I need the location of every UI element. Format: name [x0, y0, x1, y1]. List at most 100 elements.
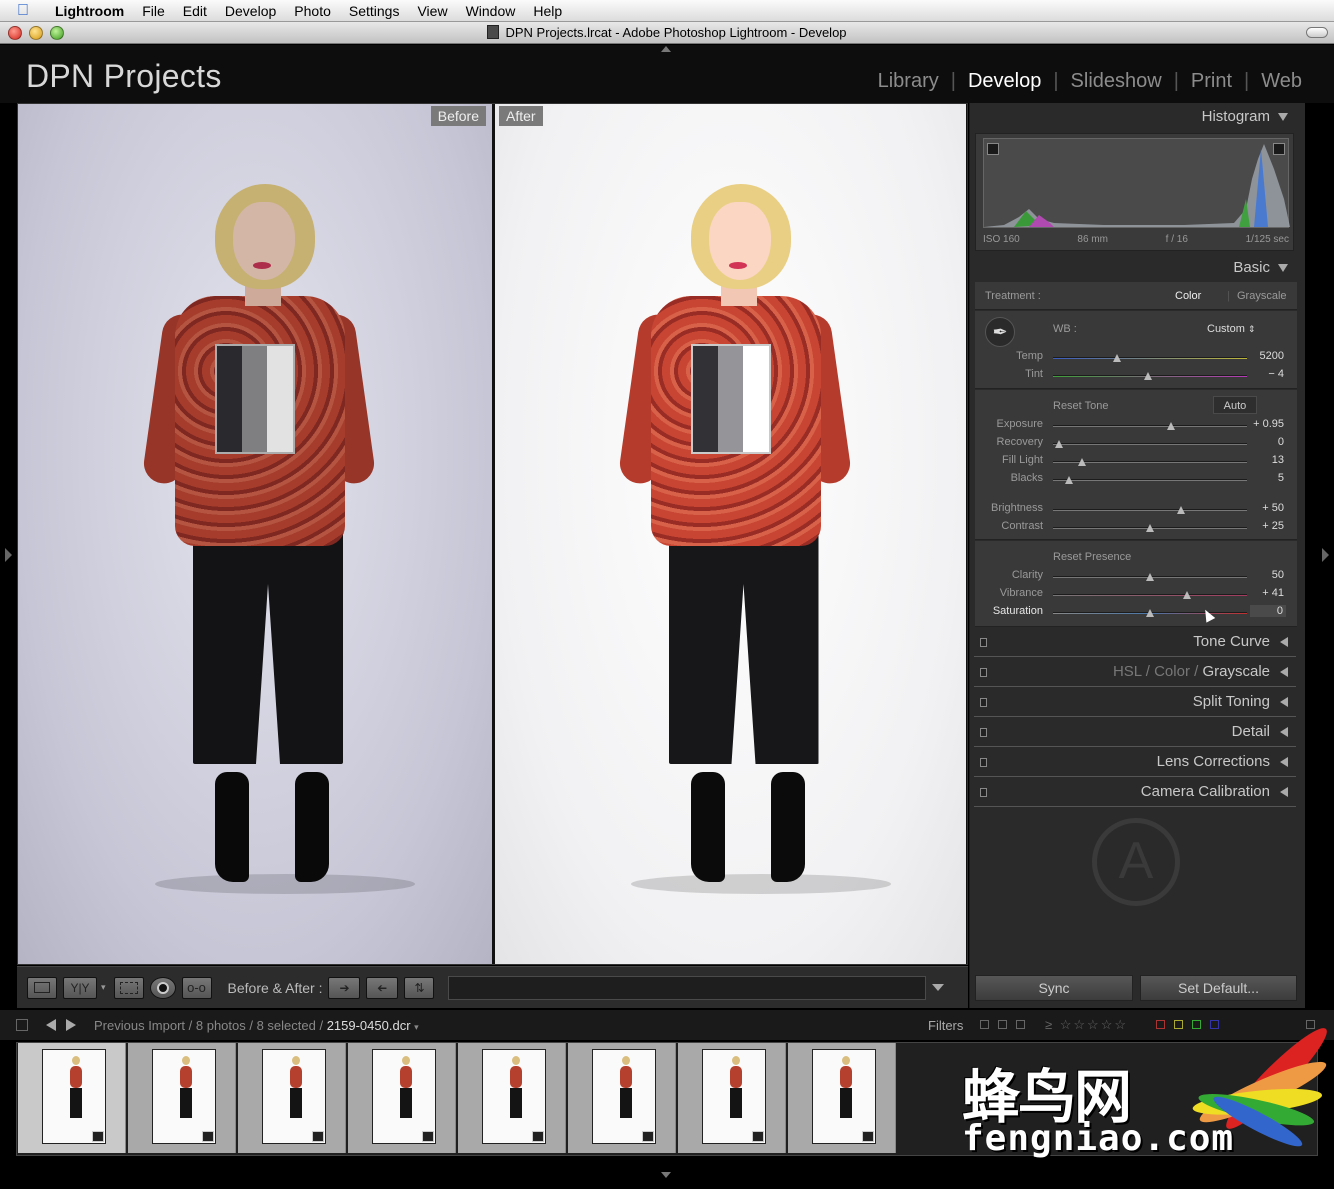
- view-mode-dropdown-icon[interactable]: ▾: [101, 982, 106, 993]
- filmstrip-thumbnail[interactable]: [678, 1043, 786, 1153]
- menu-help[interactable]: Help: [524, 0, 571, 22]
- temp-slider-thumb[interactable]: [1113, 354, 1122, 362]
- red-eye-tool-button[interactable]: [149, 976, 176, 999]
- menu-edit[interactable]: Edit: [174, 0, 216, 22]
- hsl-tab[interactable]: HSL: [1113, 663, 1142, 680]
- develop-adjusted-badge-icon[interactable]: [92, 1131, 104, 1142]
- minimize-window-button[interactable]: [29, 26, 43, 40]
- filmstrip-thumbnail[interactable]: [348, 1043, 456, 1153]
- before-after-view-button[interactable]: Y|Y: [63, 976, 97, 999]
- panel-toggle-switch[interactable]: [980, 638, 987, 647]
- loupe-view-button[interactable]: [27, 976, 57, 999]
- rating-filter[interactable]: ≥ ☆☆☆☆☆: [1045, 1017, 1128, 1033]
- treatment-color-option[interactable]: Color: [1175, 290, 1201, 302]
- swap-before-after-button[interactable]: ⇅: [404, 976, 435, 999]
- develop-adjusted-badge-icon[interactable]: [752, 1131, 764, 1142]
- detail-panel-header[interactable]: Detail: [974, 718, 1296, 746]
- tint-slider-thumb[interactable]: [1144, 372, 1153, 380]
- set-default-button[interactable]: Set Default...: [1140, 975, 1297, 1001]
- auto-tone-button[interactable]: Auto: [1213, 396, 1257, 414]
- develop-adjusted-badge-icon[interactable]: [312, 1131, 324, 1142]
- filmstrip-thumbnail[interactable]: [128, 1043, 236, 1153]
- vibrance-value[interactable]: + 41: [1248, 587, 1284, 599]
- temp-value[interactable]: 5200: [1248, 350, 1284, 362]
- temp-slider[interactable]: [1053, 357, 1247, 359]
- filmstrip-source-path[interactable]: Previous Import / 8 photos / 8 selected …: [94, 1018, 419, 1033]
- crop-tool-button[interactable]: [113, 976, 144, 999]
- hsl-panel-header[interactable]: HSL / Color / Grayscale: [974, 658, 1296, 686]
- close-window-button[interactable]: [8, 26, 22, 40]
- module-print[interactable]: Print: [1179, 70, 1244, 93]
- menu-view[interactable]: View: [408, 0, 456, 22]
- zoom-window-button[interactable]: [50, 26, 64, 40]
- split-toning-panel-header[interactable]: Split Toning: [974, 688, 1296, 716]
- histogram-panel-header[interactable]: Histogram: [974, 103, 1296, 131]
- clarity-slider-thumb[interactable]: [1146, 573, 1154, 581]
- reset-presence-button[interactable]: Reset Presence: [1053, 551, 1131, 563]
- saturation-slider-thumb[interactable]: [1146, 609, 1154, 617]
- menu-app-name[interactable]: Lightroom: [46, 0, 133, 22]
- bottom-panel-toggle-icon[interactable]: [661, 1172, 671, 1178]
- camera-calibration-panel-header[interactable]: Camera Calibration: [974, 778, 1296, 806]
- filllight-slider-thumb[interactable]: [1078, 458, 1087, 466]
- shadow-clipping-button[interactable]: [987, 143, 999, 155]
- contrast-value[interactable]: + 25: [1248, 520, 1284, 532]
- blacks-slider[interactable]: [1053, 479, 1247, 481]
- menu-file[interactable]: File: [133, 0, 174, 22]
- menu-settings[interactable]: Settings: [340, 0, 409, 22]
- copy-after-to-before-button[interactable]: ➔: [366, 976, 399, 999]
- develop-adjusted-badge-icon[interactable]: [862, 1131, 874, 1142]
- apple-icon[interactable]: : [0, 2, 46, 20]
- top-panel-toggle-icon[interactable]: [661, 46, 671, 52]
- blacks-value[interactable]: 5: [1248, 472, 1284, 484]
- left-panel-toggle-icon[interactable]: [5, 548, 12, 562]
- filmstrip-thumbnail[interactable]: [788, 1043, 896, 1153]
- brightness-slider-thumb[interactable]: [1177, 506, 1186, 514]
- basic-panel-header[interactable]: Basic: [974, 254, 1296, 282]
- grid-view-icon[interactable]: [16, 1019, 28, 1031]
- spot-removal-tool-button[interactable]: o-o: [181, 976, 212, 999]
- develop-adjusted-badge-icon[interactable]: [642, 1131, 654, 1142]
- treatment-grayscale-option[interactable]: Grayscale: [1237, 290, 1287, 302]
- panel-toggle-switch[interactable]: [980, 668, 987, 677]
- vibrance-slider[interactable]: [1053, 594, 1247, 596]
- module-library[interactable]: Library: [866, 70, 951, 93]
- clarity-value[interactable]: 50: [1248, 569, 1284, 581]
- wb-eyedropper-icon[interactable]: ✒: [985, 317, 1015, 347]
- filmstrip-thumbnail[interactable]: [458, 1043, 566, 1153]
- module-web[interactable]: Web: [1249, 70, 1314, 93]
- recovery-value[interactable]: 0: [1248, 436, 1284, 448]
- lens-corrections-panel-header[interactable]: Lens Corrections: [974, 748, 1296, 776]
- develop-adjusted-badge-icon[interactable]: [202, 1131, 214, 1142]
- color-tab[interactable]: Color: [1154, 663, 1190, 680]
- brightness-value[interactable]: + 50: [1248, 502, 1284, 514]
- brightness-slider[interactable]: [1053, 509, 1247, 511]
- blue-label-filter-icon[interactable]: [1210, 1020, 1219, 1029]
- highlight-clipping-button[interactable]: [1273, 143, 1285, 155]
- blacks-slider-thumb[interactable]: [1064, 476, 1073, 484]
- green-label-filter-icon[interactable]: [1192, 1020, 1201, 1029]
- red-label-filter-icon[interactable]: [1156, 1020, 1165, 1029]
- yellow-label-filter-icon[interactable]: [1174, 1020, 1183, 1029]
- panel-toggle-switch[interactable]: [980, 728, 987, 737]
- filmstrip-thumbnail[interactable]: [568, 1043, 676, 1153]
- sync-button[interactable]: Sync: [975, 975, 1133, 1001]
- before-photo[interactable]: Before: [18, 104, 492, 964]
- develop-adjusted-badge-icon[interactable]: [422, 1131, 434, 1142]
- filllight-value[interactable]: 13: [1248, 454, 1284, 466]
- vibrance-slider-thumb[interactable]: [1182, 591, 1191, 599]
- menu-window[interactable]: Window: [457, 0, 525, 22]
- right-panel-toggle-icon[interactable]: [1322, 548, 1329, 562]
- module-slideshow[interactable]: Slideshow: [1059, 70, 1174, 93]
- recovery-slider-thumb[interactable]: [1054, 440, 1063, 448]
- next-arrow-icon[interactable]: [66, 1019, 76, 1031]
- filmstrip-thumbnail[interactable]: [18, 1043, 126, 1153]
- toolbar-toggle-button[interactable]: [1306, 27, 1328, 38]
- saturation-value[interactable]: 0: [1250, 605, 1286, 617]
- menu-develop[interactable]: Develop: [216, 0, 285, 22]
- panel-toggle-switch[interactable]: [980, 758, 987, 767]
- recovery-slider[interactable]: [1053, 443, 1247, 445]
- exposure-slider[interactable]: [1053, 425, 1247, 427]
- previous-arrow-icon[interactable]: [46, 1019, 56, 1031]
- exposure-slider-thumb[interactable]: [1167, 422, 1176, 430]
